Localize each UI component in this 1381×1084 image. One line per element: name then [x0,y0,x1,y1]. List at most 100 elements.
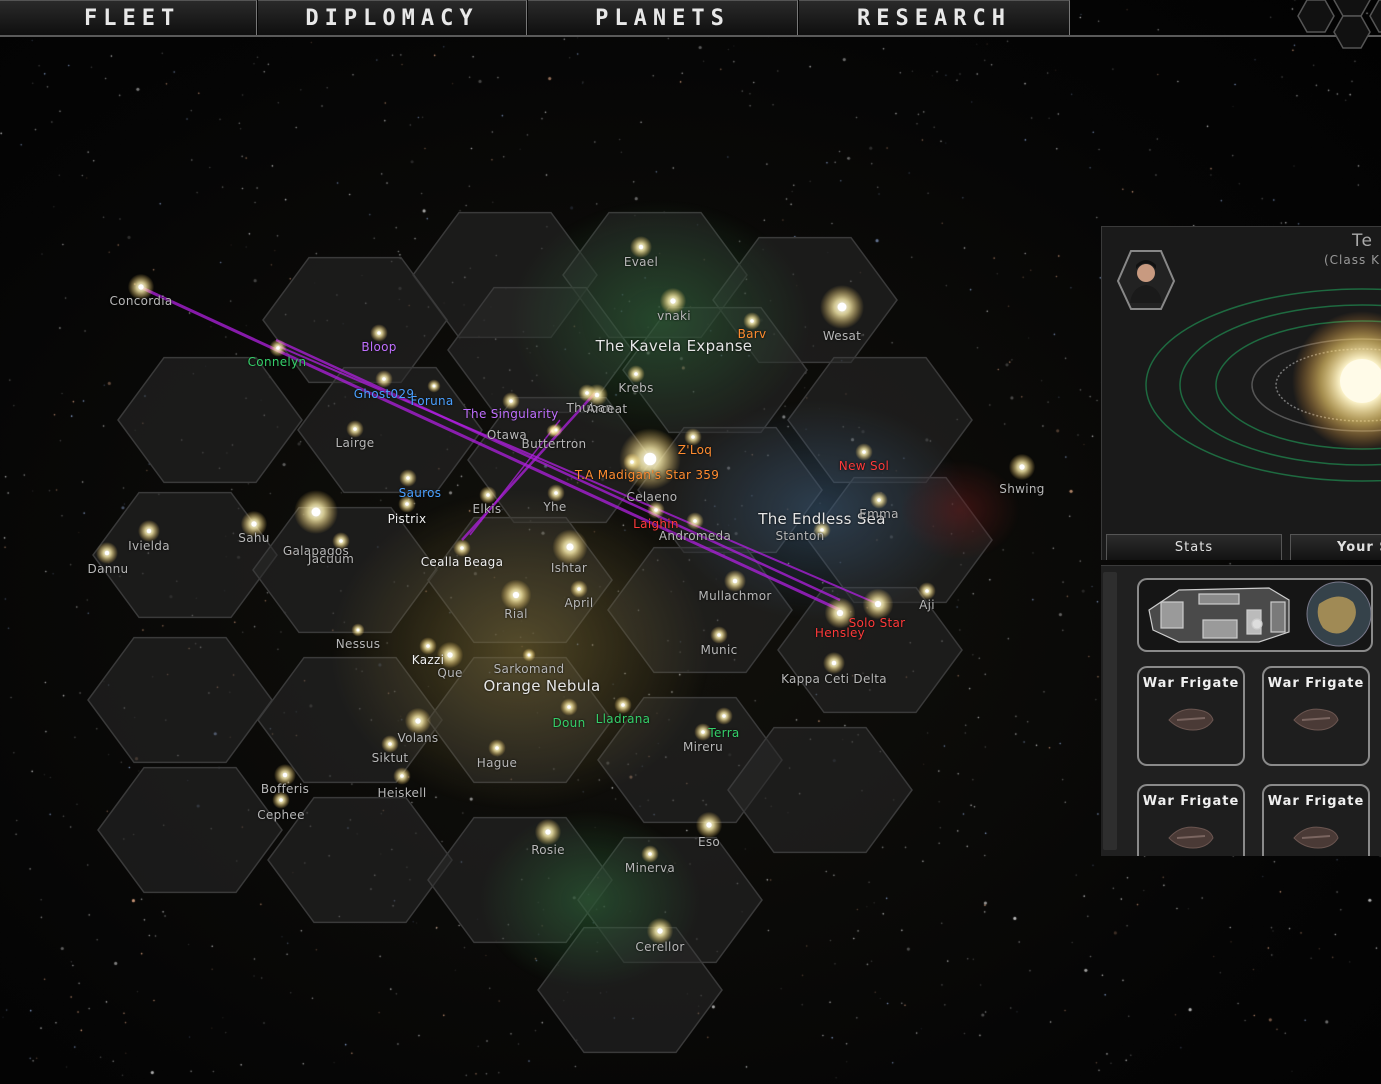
star-core [460,546,464,550]
system-label[interactable]: Mireru [683,740,723,754]
hex-menu-icon[interactable] [1285,0,1381,60]
system-label[interactable]: T.A Madigan's Star 359 [575,468,719,482]
system-label[interactable]: Terra [708,726,739,740]
star-core [638,244,644,250]
system-label[interactable]: Cealla Beaga [421,555,504,569]
star-core [415,718,421,724]
system-label[interactable]: vnaki [657,309,691,323]
system-label[interactable]: April [565,596,594,610]
tab-stats[interactable]: Stats [1106,534,1282,560]
tab-research[interactable]: RESEARCH [799,0,1070,36]
tab-your-ships[interactable]: Your S [1290,534,1381,560]
star-core [732,578,738,584]
system-label[interactable]: The Singularity [463,407,558,421]
system-label[interactable]: Stanton [775,529,824,543]
system-label[interactable]: Connelyn [248,355,307,369]
star-core [405,502,409,506]
ship-card[interactable]: War Frigate [1137,784,1245,856]
ship-card[interactable]: War Frigate [1137,666,1245,766]
star-core [356,628,360,632]
star-core [353,427,357,431]
system-label[interactable]: Andromeda [659,529,731,543]
star-core [634,372,638,376]
system-label[interactable]: Shwing [999,482,1044,496]
system-label[interactable]: Rosie [531,843,565,857]
system-label[interactable]: Kazzi [412,653,444,667]
fleet-scrollbar[interactable] [1103,572,1117,850]
star-core [311,507,321,517]
sector-hex [87,636,273,764]
system-label[interactable]: Sahu [238,531,269,545]
star-system-panel: Te (Class K Stats Your S [1101,226,1381,560]
system-label[interactable]: Ghost029 [354,387,415,401]
system-label[interactable]: Cephee [257,808,305,822]
system-label[interactable]: Siktut [372,751,409,765]
system-label[interactable]: Foruna [410,394,453,408]
system-label[interactable]: Eso [698,835,720,849]
system-label[interactable]: Jacuum [308,552,354,566]
system-label[interactable]: Z'Loq [678,443,712,457]
system-label[interactable]: Bloop [361,340,396,354]
sector-hex [92,491,278,619]
star-core [722,714,726,718]
star-core [509,399,513,403]
ship-card[interactable]: War Frigate [1262,666,1370,766]
system-label[interactable]: Volans [398,731,439,745]
system-label[interactable]: Celaeno [627,490,678,504]
system-label[interactable]: Minerva [625,861,675,875]
system-label[interactable]: Heiskell [378,786,427,800]
system-label[interactable]: Aji [919,598,935,612]
system-label[interactable]: Concordia [110,294,173,308]
system-label[interactable]: Munic [701,643,738,657]
system-label[interactable]: Ivielda [128,539,170,553]
ship-name: War Frigate [1142,794,1240,809]
system-label[interactable]: Yhe [543,500,566,514]
system-label[interactable]: Evael [624,255,658,269]
system-label[interactable]: Pistrix [388,512,427,526]
system-label[interactable]: Barv [738,327,767,341]
star-core [750,319,754,323]
system-label[interactable]: Hensley [815,626,865,640]
star-core [377,331,381,335]
system-label[interactable]: Ishtar [551,561,587,575]
system-label[interactable]: Lladrana [596,712,651,726]
ship-card[interactable]: War Frigate [1262,784,1370,856]
system-label[interactable]: Que [437,666,462,680]
system-label[interactable]: Lairge [336,436,375,450]
system-label[interactable]: Rial [504,607,528,621]
system-label[interactable]: Bofferis [261,782,309,796]
system-label[interactable]: Sauros [399,486,442,500]
system-label[interactable]: New Sol [839,459,889,473]
star-core [554,491,558,495]
system-label[interactable]: Mullachmor [698,589,771,603]
system-label[interactable]: Emma [859,507,899,521]
system-label[interactable]: Arceat [587,402,628,416]
space-station-card[interactable] [1137,578,1373,652]
system-label[interactable]: Elkis [473,502,502,516]
ship-name: War Frigate [1267,676,1365,691]
star-core [104,550,110,556]
system-label[interactable]: Dannu [88,562,129,576]
star-core [406,476,410,480]
tab-planets[interactable]: PLANETS [528,0,798,36]
system-label[interactable]: Hague [477,756,517,770]
system-label[interactable]: Buttertron [522,437,587,451]
star-core [862,450,866,454]
star-core [567,705,571,709]
star-core [925,589,929,593]
tab-fleet[interactable]: FLEET [0,0,257,36]
system-label[interactable]: Wesat [823,329,861,343]
star-core [545,829,551,835]
sector-hex [117,356,303,484]
star-core [138,284,144,290]
owner-avatar[interactable] [1116,249,1176,313]
system-label[interactable]: Krebs [618,381,653,395]
tab-diplomacy[interactable]: DIPLOMACY [258,0,527,36]
system-label[interactable]: Cerellor [635,940,684,954]
system-label[interactable]: Kappa Ceti Delta [781,672,887,686]
star-core [447,652,453,658]
system-label[interactable]: Doun [553,716,586,730]
system-label[interactable]: Sarkomand [494,662,565,676]
system-label[interactable]: Nessus [336,637,381,651]
star-core [877,498,881,502]
